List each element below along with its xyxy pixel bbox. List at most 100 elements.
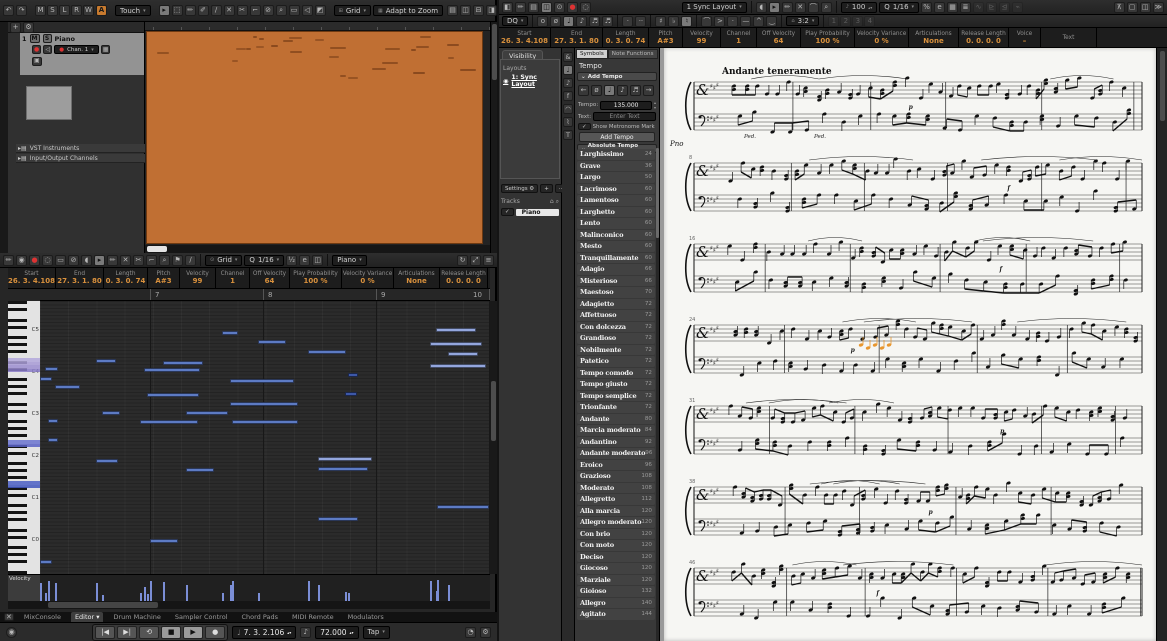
info-velocity-variance[interactable]: Velocity Variance 0 % — [342, 268, 394, 288]
midi-note[interactable] — [348, 373, 358, 377]
midi-note[interactable] — [186, 468, 214, 472]
grid-type-dropdown[interactable]: ⊞ Grid ▾ — [333, 5, 372, 16]
feedback-icon[interactable]: ◉ — [16, 254, 27, 266]
metronome-icon[interactable]: ◉ — [6, 626, 17, 638]
func4-icon[interactable]: ⌁ — [1012, 1, 1024, 13]
zoom-icon[interactable]: ⌕ — [820, 1, 832, 13]
tab-note-functions[interactable]: Note Functions — [607, 49, 658, 59]
tempo-preset-con-brio[interactable]: Con brio 120 — [577, 528, 655, 539]
voice-2-button[interactable]: 2 — [840, 15, 852, 27]
midi-note[interactable] — [48, 438, 58, 442]
tempo-preset-allegretto[interactable]: Allegretto 112 — [577, 494, 655, 505]
info-start[interactable]: Start 26. 3. 4.108 — [8, 268, 56, 288]
comp-icon[interactable]: ▭ — [288, 5, 300, 16]
tempo-preset-lento[interactable]: Lento 60 — [577, 218, 655, 229]
tempo-preset-mesto[interactable]: Mesto 60 — [577, 241, 655, 252]
tempo-display[interactable]: 72.000 ▴▾ — [315, 625, 359, 639]
draw-icon[interactable]: ✏ — [781, 1, 793, 13]
info-channel[interactable]: Channel 1 — [721, 28, 757, 47]
info-release-length[interactable]: Release Length 0. 0. 0. 0 — [959, 28, 1009, 47]
midi-note[interactable] — [55, 385, 80, 389]
automation-r-button[interactable]: R — [71, 5, 82, 16]
tempo-preset-con-moto[interactable]: Con moto 120 — [577, 540, 655, 551]
dynamics-category-icon[interactable]: f — [563, 91, 573, 101]
record-icon[interactable]: ● — [205, 625, 226, 639]
inspector-icon[interactable]: ◧ — [502, 1, 513, 13]
midi-note[interactable] — [147, 393, 199, 397]
voice-1-button[interactable]: 1 — [828, 15, 840, 27]
info-off-velocity[interactable]: Off Velocity 64 — [757, 28, 801, 47]
sharp-icon[interactable]: ♯ — [655, 15, 667, 27]
monitor-button[interactable]: ◁ — [43, 45, 53, 54]
key-editor-ruler[interactable]: 7 8 9 10 — [40, 289, 490, 301]
natural-icon[interactable]: ♮ — [681, 15, 693, 27]
lower-tab-sampler-control[interactable]: Sampler Control — [171, 612, 232, 622]
view-split-icon[interactable]: ◫ — [312, 254, 324, 266]
tempo-preset-allegro[interactable]: Allegro 140 — [577, 597, 655, 608]
undo-icon[interactable]: ↶ — [3, 5, 14, 16]
sync-layout-item[interactable]: ◉ 1: Sync Layout — [503, 74, 557, 88]
midi-note[interactable] — [430, 342, 482, 346]
panels-icon[interactable]: ◫ — [541, 1, 552, 13]
tie-icon[interactable]: ⌒ — [701, 15, 713, 27]
layout-icon[interactable]: ◫ — [460, 5, 472, 16]
go-end-icon[interactable]: ▶| — [117, 625, 138, 639]
line-icon[interactable]: ∕ — [210, 5, 222, 16]
tempo-text-field[interactable]: Enter Text — [593, 112, 656, 121]
key-editor-vertical-scrollbar[interactable] — [490, 301, 497, 574]
link-icon[interactable]: ⊘ — [68, 254, 79, 266]
text-category-icon[interactable]: T — [563, 130, 573, 140]
midi-note[interactable] — [96, 359, 116, 363]
display-quantize-dropdown[interactable]: DQ ▾ — [502, 16, 529, 26]
lower-tab-editor[interactable]: Editor ▾ — [70, 612, 104, 622]
part-range-icon[interactable]: ▭ — [55, 254, 66, 266]
flag-icon[interactable]: ⚑ — [172, 254, 183, 266]
info-play-probability[interactable]: Play Probability 100 % — [290, 268, 342, 288]
folder-vst-instruments[interactable]: ▸▤ VST Instruments — [16, 144, 145, 153]
midi-note[interactable] — [258, 340, 286, 344]
tempo-preset-marziale[interactable]: Marziale 120 — [577, 574, 655, 585]
tempo-preset-malinconico[interactable]: Malinconico 60 — [577, 229, 655, 240]
pitch-visibility-dropdown[interactable]: Piano ▾ — [332, 254, 367, 266]
mute-button[interactable]: M — [29, 34, 40, 43]
midi-note[interactable] — [96, 459, 118, 463]
midi-note[interactable] — [222, 331, 238, 335]
tempo-preset-nobilmente[interactable]: Nobilmente 72 — [577, 344, 655, 355]
automation-w-button[interactable]: W — [83, 5, 94, 16]
song-position-display[interactable]: ♩ 7. 3. 2.106 ▴▾ — [232, 625, 297, 639]
voice-3-button[interactable]: 3 — [852, 15, 864, 27]
tempo-preset-andante[interactable]: Andante 80 — [577, 413, 655, 424]
midi-note[interactable] — [318, 457, 372, 461]
tempo-preset-grandioso[interactable]: Grandioso 72 — [577, 333, 655, 344]
slur-icon[interactable]: ‿ — [766, 15, 778, 27]
minimize-icon[interactable]: ⊟ — [473, 5, 485, 16]
tempo-preset-agitato[interactable]: Agitato 144 — [577, 609, 655, 620]
stop-icon[interactable]: ■ — [161, 625, 182, 639]
dot-icon[interactable]: ⊙ — [554, 1, 565, 13]
info-channel[interactable]: Channel 1 — [216, 268, 250, 288]
lower-tab-mixconsole[interactable]: MixConsole — [20, 612, 65, 622]
info-velocity-variance[interactable]: Velocity Variance 0 % — [855, 28, 909, 47]
edit-instrument-button[interactable]: ▦ — [100, 45, 111, 54]
object-selection-icon[interactable]: ▸ — [158, 5, 170, 16]
key-editor-grid-dropdown[interactable]: ⊙ Grid ▾ — [205, 254, 243, 266]
eighth-note-icon[interactable]: ♪ — [617, 85, 628, 96]
tempo-preset-adagietto[interactable]: Adagietto 72 — [577, 298, 655, 309]
tempo-preset-allegro-moderato[interactable]: Allegro moderato 120 — [577, 517, 655, 528]
range-selection-icon[interactable]: ⬚ — [171, 5, 183, 16]
tempo-preset-largo[interactable]: Largo 50 — [577, 172, 655, 183]
lower-tab-chord-pads[interactable]: Chord Pads — [237, 612, 282, 622]
lower-tab-modulators[interactable]: Modulators — [344, 612, 388, 622]
record-enable-button[interactable]: ● — [32, 45, 42, 54]
setup-icon[interactable]: ▤ — [447, 5, 459, 16]
menu-icon[interactable]: ≡ — [483, 254, 494, 266]
visible-track-piano[interactable]: ✓ Piano — [501, 208, 559, 216]
midi-note[interactable] — [163, 361, 203, 365]
prev-icon[interactable]: ← — [578, 85, 589, 96]
project-horizontal-scrollbar[interactable] — [145, 245, 490, 253]
tempo-preset-andante-moderato[interactable]: Andante moderato 96 — [577, 448, 655, 459]
score-quantize-dropdown[interactable]: Q 1/16 ▾ — [879, 1, 920, 13]
lines-icon[interactable]: ≣ — [960, 1, 972, 13]
voice-4-button[interactable]: 4 — [864, 15, 876, 27]
acoustic-feedback-icon[interactable]: ◖ — [755, 1, 767, 13]
